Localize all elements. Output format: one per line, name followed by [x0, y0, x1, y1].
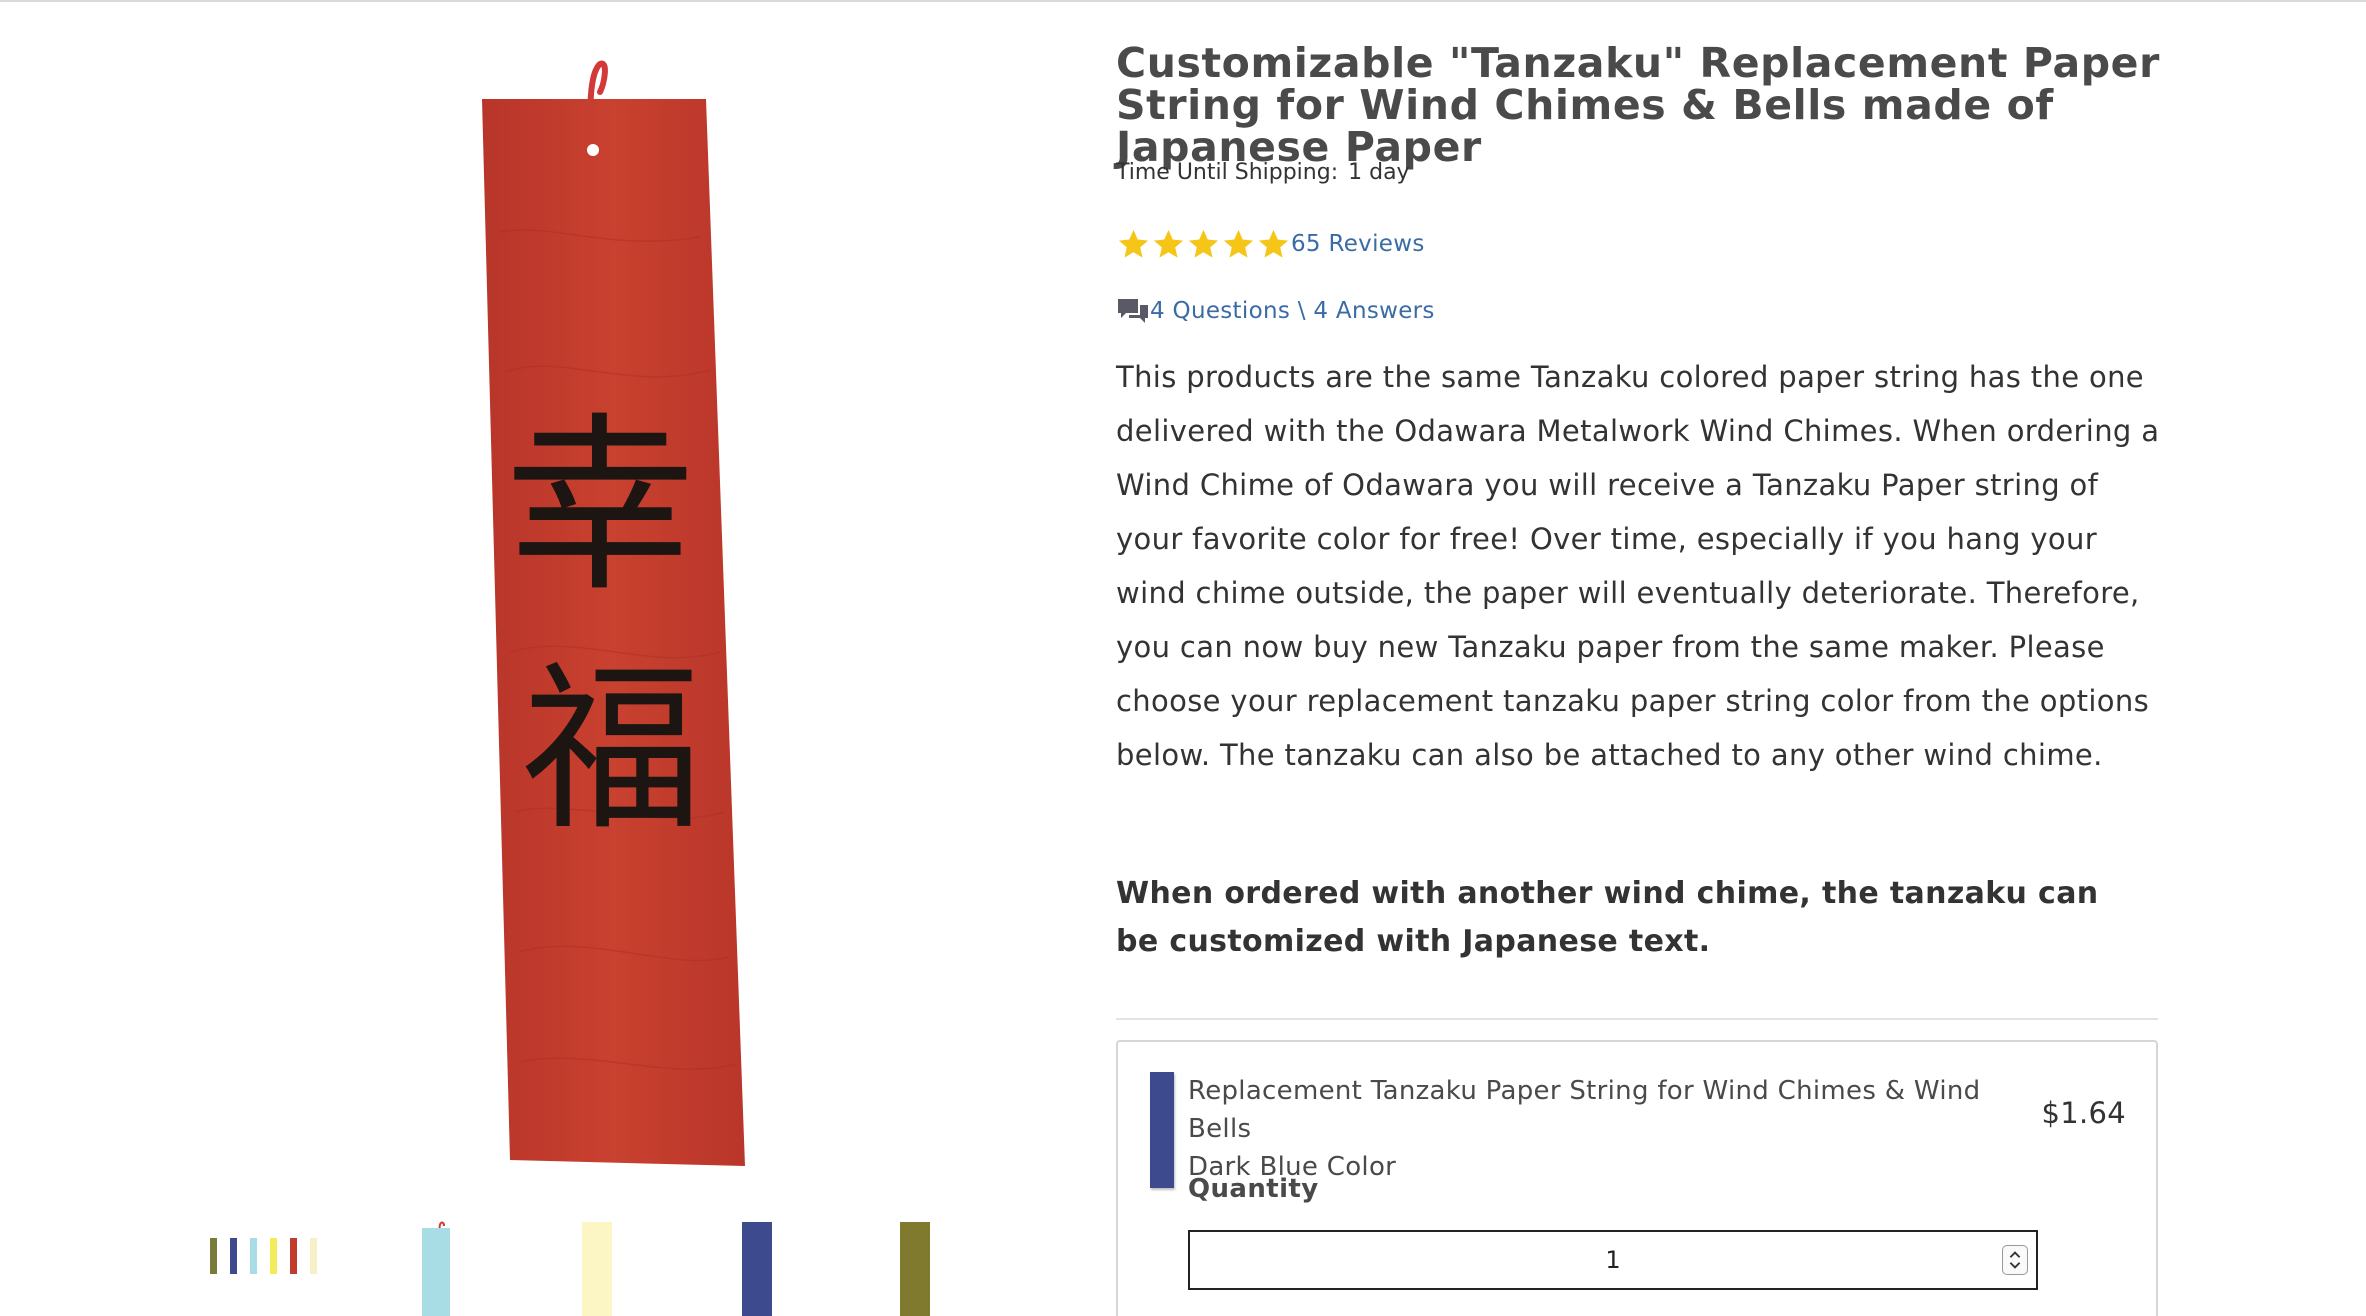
variant-card: Replacement Tanzaku Paper String for Win… — [1116, 1040, 2158, 1316]
quantity-stepper[interactable] — [2002, 1245, 2028, 1275]
thumb-cream[interactable] — [578, 1220, 618, 1316]
variant-price: $1.64 — [2041, 1096, 2126, 1130]
variant-color-swatch — [1150, 1072, 1174, 1188]
thumb-olive[interactable] — [898, 1220, 938, 1316]
chevron-down-icon — [2009, 1262, 2021, 1269]
product-title: Customizable "Tanzaku" Replacement Paper… — [1116, 39, 2160, 171]
thumb-all-colors[interactable] — [200, 1220, 340, 1316]
tanzaku-paper — [482, 99, 745, 1166]
star-icon — [1118, 229, 1149, 258]
star-icon — [1223, 229, 1254, 258]
thumb-light-blue[interactable] — [418, 1220, 458, 1316]
main-product-image[interactable]: 幸 福 — [460, 52, 760, 1182]
chat-bubbles-icon — [1118, 299, 1148, 323]
product-gallery: 幸 福 — [0, 2, 1060, 1316]
product-page: 幸 福 Customizable "Tanzaku" Replacement P… — [0, 0, 2366, 1316]
product-description: This products are the same Tanzaku color… — [1116, 360, 2160, 772]
questions-answers-link[interactable]: 4 Questions \ 4 Answers — [1150, 298, 1435, 324]
shipping-time: Time Until Shipping: 1 day — [1116, 160, 1410, 185]
reviews-link[interactable]: 65 Reviews — [1291, 231, 1425, 257]
chevron-up-icon — [2009, 1251, 2021, 1258]
variant-name-line1: Replacement Tanzaku Paper String for Win… — [1188, 1076, 1981, 1144]
shipping-label: Time Until Shipping: — [1116, 160, 1339, 185]
product-rating: 65 Reviews — [1116, 224, 1425, 264]
calligraphy-upper: 幸 — [505, 396, 695, 617]
calligraphy-lower: 福 — [522, 646, 702, 855]
shipping-value: 1 day — [1348, 160, 1410, 185]
customization-note: When ordered with another wind chime, th… — [1116, 876, 2099, 959]
star-icon — [1258, 229, 1289, 258]
quantity-label: Quantity — [1188, 1174, 1319, 1204]
quantity-input[interactable] — [1188, 1230, 2038, 1290]
star-icon — [1188, 229, 1219, 258]
variant-name: Replacement Tanzaku Paper String for Win… — [1188, 1072, 2048, 1186]
thumbnail-strip — [200, 1220, 1000, 1316]
star-rating[interactable] — [1116, 224, 1291, 264]
thumb-dark-blue[interactable] — [738, 1220, 778, 1316]
star-icon — [1153, 229, 1184, 258]
divider — [1116, 1018, 2158, 1020]
questions-answers[interactable]: 4 Questions \ 4 Answers — [1116, 292, 1435, 330]
